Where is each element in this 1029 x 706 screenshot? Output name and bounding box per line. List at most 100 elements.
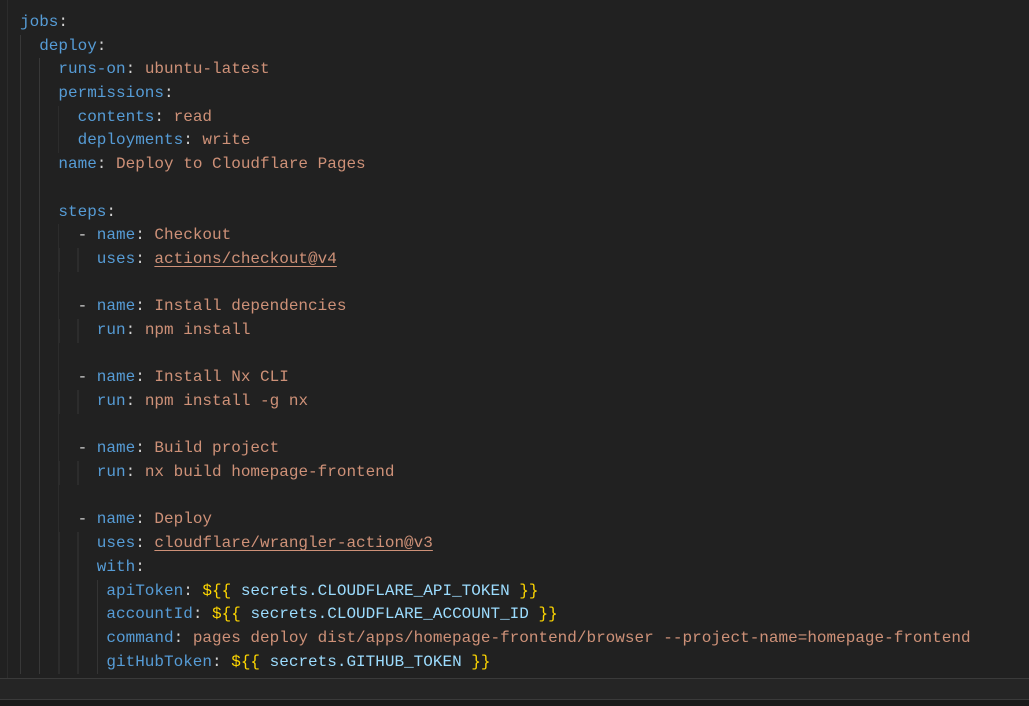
secrets-variable: secrets.CLOUDFLARE_ACCOUNT_ID xyxy=(250,605,529,624)
yaml-punctuation: : xyxy=(135,510,155,529)
action-reference-link[interactable]: actions/checkout@v4 xyxy=(154,250,336,268)
yaml-punctuation: : xyxy=(212,652,232,671)
code-line: permissions: xyxy=(0,82,1029,106)
yaml-key: name xyxy=(96,297,136,316)
yaml-key: run xyxy=(96,463,126,482)
window-bottom-edge xyxy=(0,700,1029,706)
horizontal-scrollbar[interactable] xyxy=(0,678,1029,700)
code-line: uses: cloudflare/wrangler-action@v3 xyxy=(0,532,1029,556)
code-line: run: nx build homepage-frontend xyxy=(0,461,1029,485)
yaml-key: name xyxy=(96,226,136,245)
yaml-key: runs-on xyxy=(58,60,126,79)
code-line: - name: Install Nx CLI xyxy=(0,366,1029,390)
yaml-punctuation: : xyxy=(154,107,174,126)
list-dash: - xyxy=(77,226,97,245)
yaml-string-value: Checkout xyxy=(154,226,232,245)
yaml-string-value: Build project xyxy=(154,439,280,458)
yaml-key: run xyxy=(96,320,126,339)
code-line: gitHubToken: ${{ secrets.GITHUB_TOKEN }} xyxy=(0,650,1029,675)
yaml-key: contents xyxy=(77,107,155,126)
code-line: with: xyxy=(0,555,1029,580)
yaml-punctuation: : xyxy=(135,368,155,387)
code-line-blank xyxy=(0,413,1029,438)
yaml-punctuation: : xyxy=(192,605,213,624)
yaml-punctuation: : xyxy=(135,557,145,576)
yaml-code-editor[interactable]: jobs: deploy: runs-on: ubuntu-latest permis… xyxy=(0,0,1029,675)
code-line: command: pages deploy dist/apps/homepage… xyxy=(0,626,1029,651)
code-line: - name: Build project xyxy=(0,437,1029,462)
code-line: - name: Install dependencies xyxy=(0,295,1029,319)
yaml-string-value: Install Nx CLI xyxy=(154,368,289,387)
yaml-key: name xyxy=(96,439,136,458)
yaml-punctuation: : xyxy=(164,84,174,103)
code-line: - name: Checkout xyxy=(0,224,1029,248)
yaml-punctuation: : xyxy=(183,581,203,600)
yaml-punctuation: : xyxy=(135,439,155,458)
yaml-key: name xyxy=(96,510,136,529)
yaml-punctuation: : xyxy=(135,534,155,553)
yaml-string-value: Deploy to Cloudflare Pages xyxy=(116,155,366,174)
code-line: - name: Deploy xyxy=(0,508,1029,533)
expression-delimiter: ${{ xyxy=(231,652,261,671)
code-line: contents: read xyxy=(0,105,1029,130)
secrets-variable: secrets.CLOUDFLARE_API_TOKEN xyxy=(240,581,510,600)
expression-delimiter: }} xyxy=(538,605,558,624)
code-line: uses: actions/checkout@v4 xyxy=(0,247,1029,272)
yaml-punctuation: : xyxy=(125,320,145,339)
yaml-string-value: Deploy xyxy=(154,510,213,529)
yaml-string-value: nx build homepage-frontend xyxy=(144,463,395,482)
yaml-key: gitHubToken xyxy=(106,652,213,671)
yaml-punctuation: : xyxy=(135,226,155,245)
yaml-key: command xyxy=(106,628,174,647)
yaml-string-value: npm install xyxy=(144,320,251,339)
list-dash: - xyxy=(77,510,97,529)
yaml-punctuation: : xyxy=(125,463,145,482)
yaml-key: deploy xyxy=(39,36,97,55)
code-line: deploy: xyxy=(0,34,1029,59)
yaml-punctuation: : xyxy=(58,13,69,31)
list-dash: - xyxy=(77,368,97,387)
code-line: steps: xyxy=(0,200,1029,225)
yaml-string-value: pages deploy dist/apps/homepage-frontend… xyxy=(192,628,971,647)
yaml-punctuation: : xyxy=(183,131,203,150)
yaml-key: name xyxy=(58,155,97,174)
code-line: accountId: ${{ secrets.CLOUDFLARE_ACCOUN… xyxy=(0,603,1029,627)
action-reference-link[interactable]: cloudflare/wrangler-action@v3 xyxy=(154,534,432,552)
yaml-punctuation: : xyxy=(135,297,155,316)
yaml-punctuation: : xyxy=(96,36,107,55)
yaml-key: uses xyxy=(96,534,136,553)
yaml-string-value: read xyxy=(173,107,213,126)
expression-delimiter: }} xyxy=(519,581,539,600)
code-line-blank xyxy=(0,484,1029,509)
expression-delimiter: ${{ xyxy=(212,605,241,624)
yaml-key: permissions xyxy=(58,84,165,103)
yaml-punctuation: : xyxy=(135,249,155,268)
code-line-blank xyxy=(0,176,1029,201)
yaml-string-value: ubuntu-latest xyxy=(144,60,270,79)
yaml-string-value: Install dependencies xyxy=(154,297,347,316)
yaml-key: accountId xyxy=(106,605,193,624)
code-line-blank xyxy=(0,342,1029,367)
code-line: runs-on: ubuntu-latest xyxy=(0,58,1029,83)
yaml-key: steps xyxy=(58,202,107,221)
list-dash: - xyxy=(77,297,97,316)
code-line: jobs: xyxy=(0,11,1029,35)
expression-delimiter: ${{ xyxy=(202,581,232,600)
yaml-key: run xyxy=(96,392,126,410)
yaml-punctuation: : xyxy=(106,202,117,221)
yaml-punctuation: : xyxy=(173,628,193,647)
code-line-blank xyxy=(0,271,1029,296)
yaml-key: name xyxy=(96,368,136,387)
secrets-variable: secrets.GITHUB_TOKEN xyxy=(269,652,462,671)
yaml-punctuation: : xyxy=(125,60,145,79)
yaml-key: deployments xyxy=(77,131,184,150)
code-line: run: npm install -g nx xyxy=(0,390,1029,414)
expression-delimiter: }} xyxy=(471,652,491,671)
yaml-key: uses xyxy=(96,249,136,268)
